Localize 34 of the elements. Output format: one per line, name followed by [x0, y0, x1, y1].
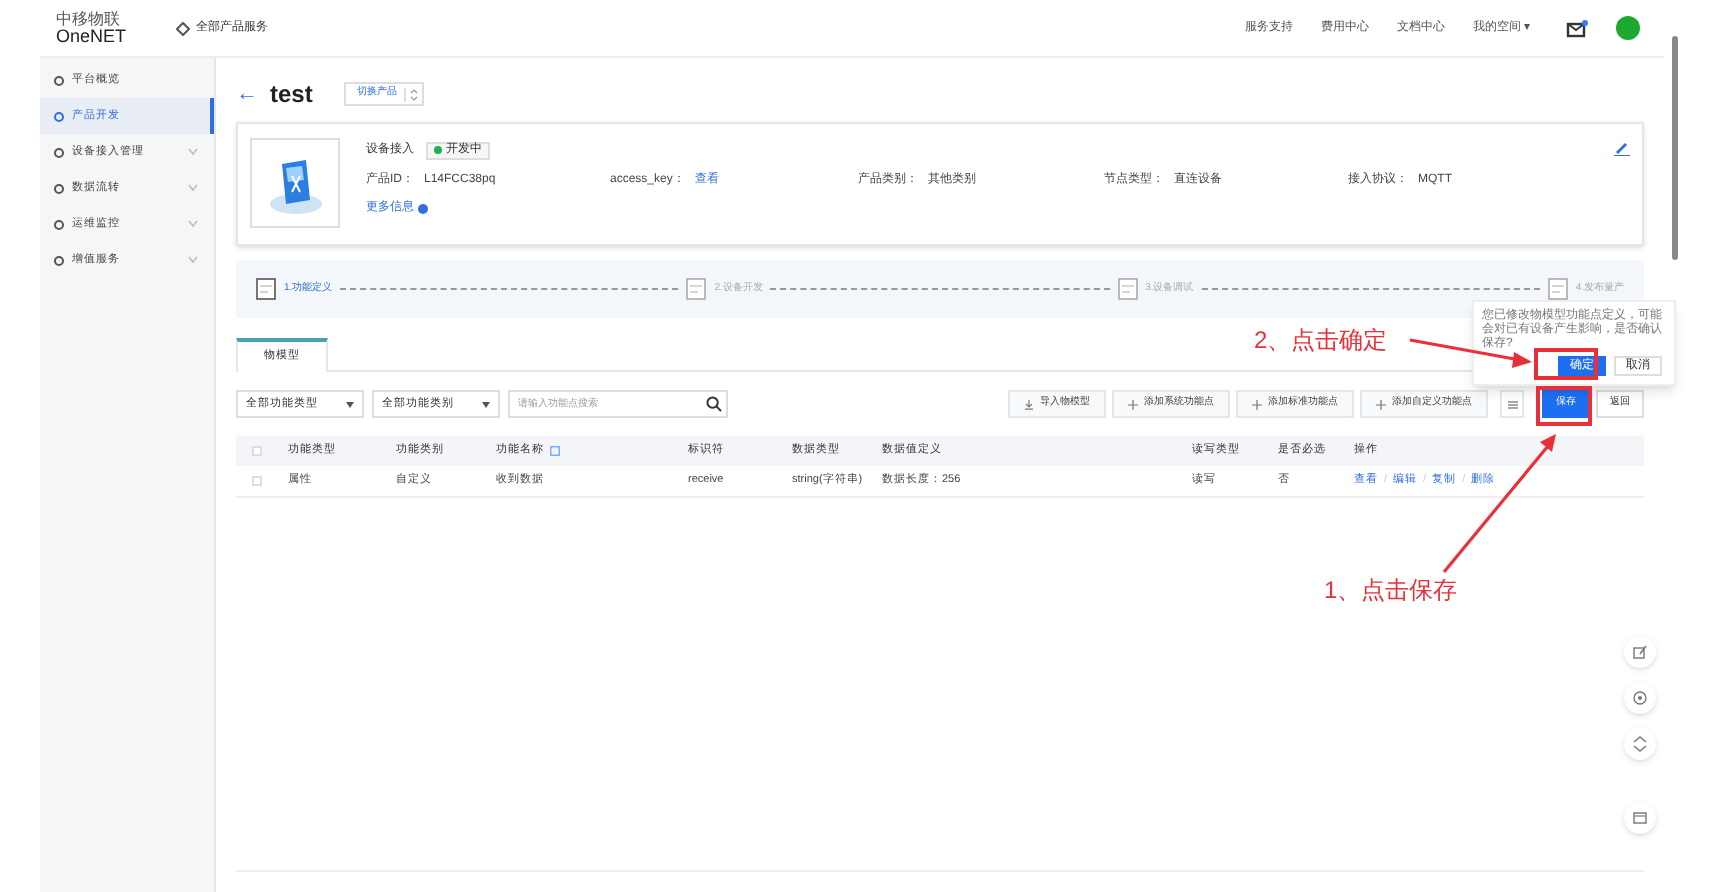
arrow	[1409, 338, 1532, 368]
logo-subtitle: 中移物联	[56, 10, 122, 28]
chevron-down-icon	[188, 148, 198, 156]
import-icon	[1024, 399, 1034, 409]
plus-icon	[1252, 399, 1262, 409]
list-icon	[1507, 399, 1517, 409]
chevron-circle-icon	[418, 204, 428, 214]
edit-icon	[1614, 140, 1630, 156]
plus-icon	[1128, 399, 1138, 409]
chevron-down-icon	[188, 220, 198, 228]
caret-down-icon	[482, 401, 490, 407]
expand-icon	[1632, 736, 1648, 752]
arrow	[1442, 434, 1556, 573]
list-button[interactable]	[1500, 390, 1524, 418]
annotation-text: 2、点击确定	[1254, 324, 1388, 358]
back-arrow[interactable]: ←	[236, 77, 258, 111]
chevron-down-icon	[188, 184, 198, 192]
info-icon	[550, 446, 560, 456]
product-title: test	[270, 78, 313, 112]
caret-down-icon	[346, 401, 354, 407]
checkbox[interactable]	[252, 446, 262, 456]
avatar[interactable]	[1616, 16, 1640, 40]
highlight-frame	[1534, 348, 1598, 380]
grid-icon	[176, 21, 190, 35]
logo-text: OneNET	[56, 28, 129, 46]
feedback-icon	[1632, 644, 1648, 660]
window-icon	[1632, 810, 1648, 826]
highlight-frame	[1536, 386, 1592, 426]
plus-icon	[1376, 399, 1386, 409]
annotation-text: 1、点击保存	[1324, 574, 1458, 608]
checkbox[interactable]	[252, 476, 262, 486]
updown-icon	[410, 87, 419, 101]
help-icon	[1632, 690, 1648, 706]
chevron-down-icon	[188, 256, 198, 264]
